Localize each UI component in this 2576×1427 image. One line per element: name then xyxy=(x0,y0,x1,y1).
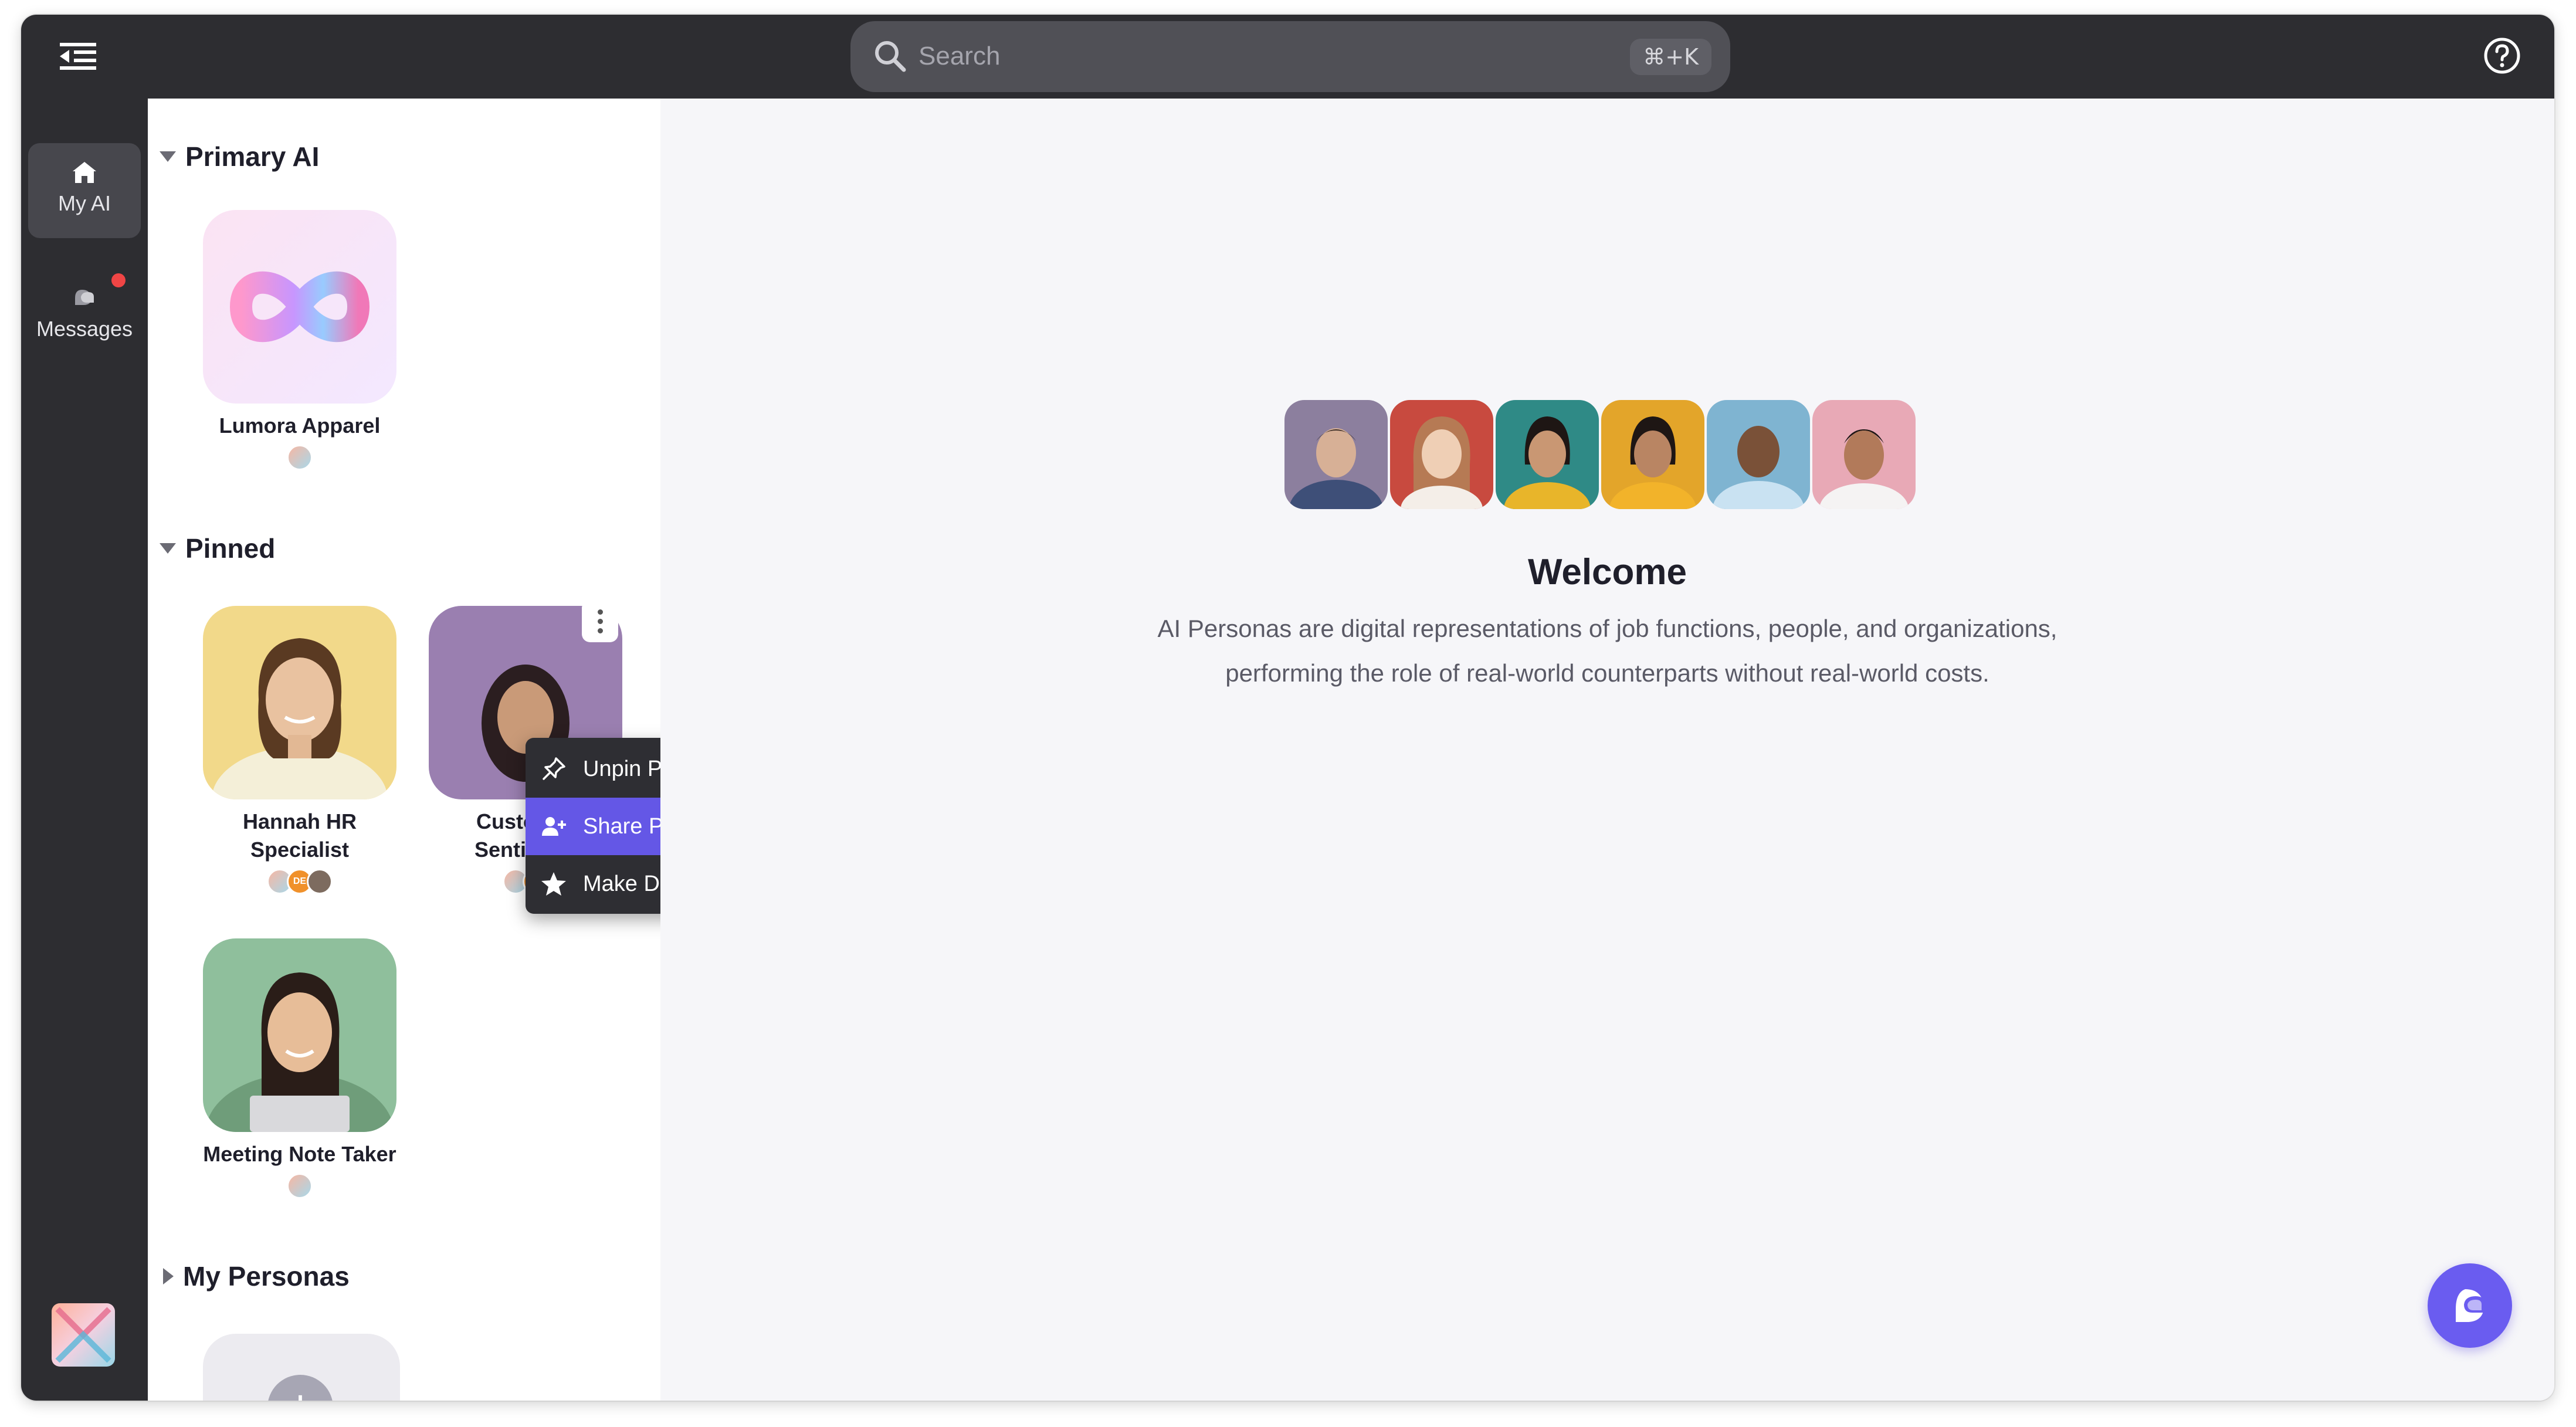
search-icon xyxy=(875,41,906,72)
section-title: Pinned xyxy=(185,533,276,564)
persona-avatar xyxy=(1601,400,1704,509)
search-shortcut-badge: ⌘+K xyxy=(1630,39,1711,75)
persona-portrait xyxy=(203,606,396,799)
rail-item-label: My AI xyxy=(57,191,111,215)
notification-dot xyxy=(111,273,126,287)
persona-portrait xyxy=(203,938,396,1132)
user-plus-icon xyxy=(542,817,566,836)
org-avatar xyxy=(287,1173,313,1199)
caret-right-icon xyxy=(163,1268,174,1284)
persona-sidebar: Primary AI Lumora Apparel Pinned Hannah … xyxy=(148,99,660,1401)
rail-item-my-ai[interactable]: My AI xyxy=(28,143,141,238)
owner-badges xyxy=(203,1173,396,1201)
caret-down-icon xyxy=(160,151,176,162)
persona-avatar xyxy=(1496,400,1599,509)
more-options-icon[interactable] xyxy=(582,600,618,642)
menu-item-make-default[interactable]: Make Default xyxy=(526,855,660,913)
section-title: Primary AI xyxy=(185,141,320,172)
top-bar: ⌘+K xyxy=(21,15,2554,99)
sidebar-toggle-icon[interactable] xyxy=(57,39,99,73)
section-pinned[interactable]: Pinned xyxy=(160,533,275,564)
persona-card-hannah-hr[interactable]: Hannah HR Specialist DE xyxy=(203,606,396,897)
persona-avatar xyxy=(1707,400,1810,509)
rail-item-label: Messages xyxy=(36,317,133,341)
menu-item-label: Make Default xyxy=(583,871,660,896)
app-logo[interactable] xyxy=(52,1303,115,1367)
help-icon[interactable] xyxy=(2483,36,2521,75)
caret-down-icon xyxy=(160,543,176,554)
welcome-line: AI Personas are digital representations … xyxy=(1157,615,2058,642)
menu-item-label: Share Persona xyxy=(583,814,660,839)
persona-name: Lumora Apparel xyxy=(219,413,381,438)
welcome-title: Welcome xyxy=(1527,552,1687,592)
persona-name: Meeting Note Taker xyxy=(203,1142,396,1166)
home-icon xyxy=(73,162,96,183)
main-content: Welcome AI Personas are digital represen… xyxy=(660,99,2554,1401)
plus-icon: + xyxy=(267,1375,333,1401)
rail-item-messages[interactable]: Messages xyxy=(28,266,141,361)
menu-item-share-persona[interactable]: Share Persona xyxy=(526,798,660,855)
star-icon xyxy=(541,872,566,896)
welcome-line: performing the role of real-world counte… xyxy=(1225,659,1989,687)
persona-avatar xyxy=(1390,400,1493,509)
welcome-description: AI Personas are digital representations … xyxy=(660,606,2554,696)
pin-off-icon xyxy=(543,757,565,780)
persona-avatar-strip xyxy=(1284,400,1916,509)
infinity-logo xyxy=(203,210,396,404)
menu-item-unpin-persona[interactable]: Unpin Persona xyxy=(526,740,660,798)
chat-bubbles-icon xyxy=(75,290,94,305)
search-bar[interactable]: ⌘+K xyxy=(850,21,1730,92)
left-rail: My AI Messages xyxy=(21,99,148,1401)
owner-badges xyxy=(203,445,396,473)
section-my-personas[interactable]: My Personas xyxy=(160,1260,350,1292)
persona-card-meeting-note-taker[interactable]: Meeting Note Taker xyxy=(203,938,396,1201)
org-avatar xyxy=(287,445,313,470)
chat-fab-button[interactable] xyxy=(2428,1263,2512,1348)
app-window: ⌘+K My AI Messages xyxy=(21,15,2554,1401)
owner-badges: DE xyxy=(203,869,396,897)
persona-name: Hannah HR Specialist xyxy=(242,809,357,862)
user-avatar xyxy=(307,869,333,894)
persona-context-menu: Unpin Persona Share Persona Make Default xyxy=(526,738,660,914)
add-persona-card[interactable]: + xyxy=(203,1334,400,1401)
section-title: My Personas xyxy=(183,1261,350,1292)
chat-icon xyxy=(2456,1289,2485,1322)
menu-item-label: Unpin Persona xyxy=(583,756,660,781)
section-primary-ai[interactable]: Primary AI xyxy=(160,141,319,172)
search-input[interactable] xyxy=(918,33,1534,80)
persona-card-lumora-apparel[interactable]: Lumora Apparel xyxy=(203,210,396,473)
persona-avatar xyxy=(1812,400,1916,509)
persona-avatar xyxy=(1284,400,1388,509)
